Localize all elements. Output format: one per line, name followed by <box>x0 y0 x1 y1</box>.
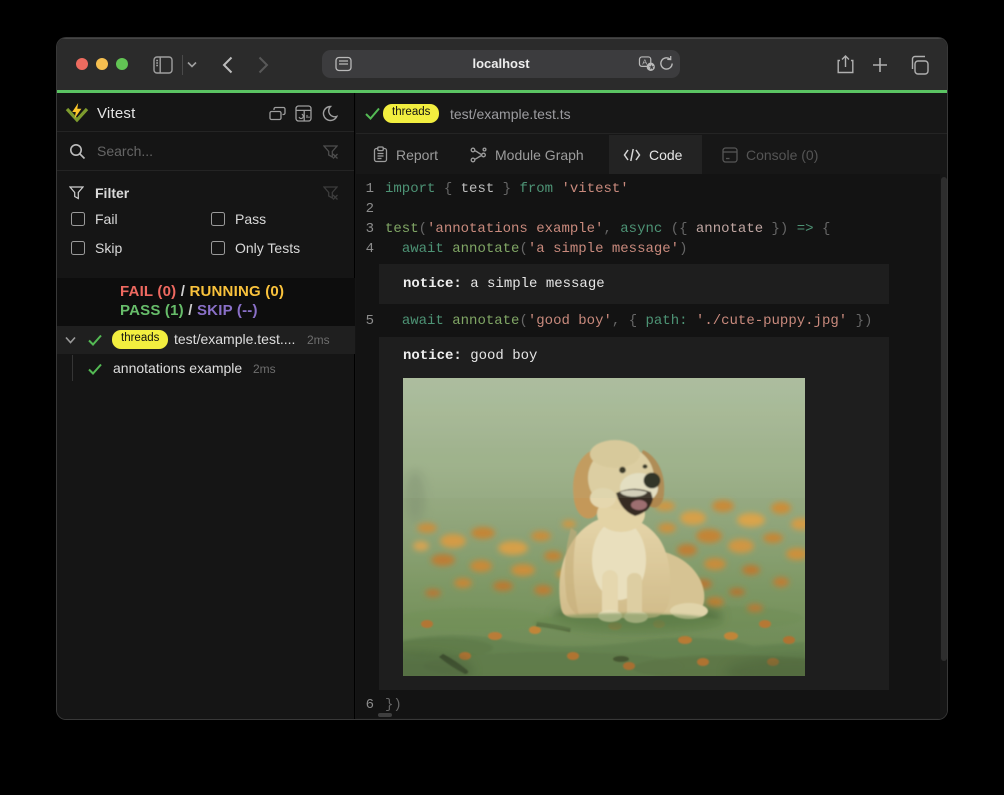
svg-text:A: A <box>642 57 647 66</box>
svg-text:★: ★ <box>649 64 655 72</box>
